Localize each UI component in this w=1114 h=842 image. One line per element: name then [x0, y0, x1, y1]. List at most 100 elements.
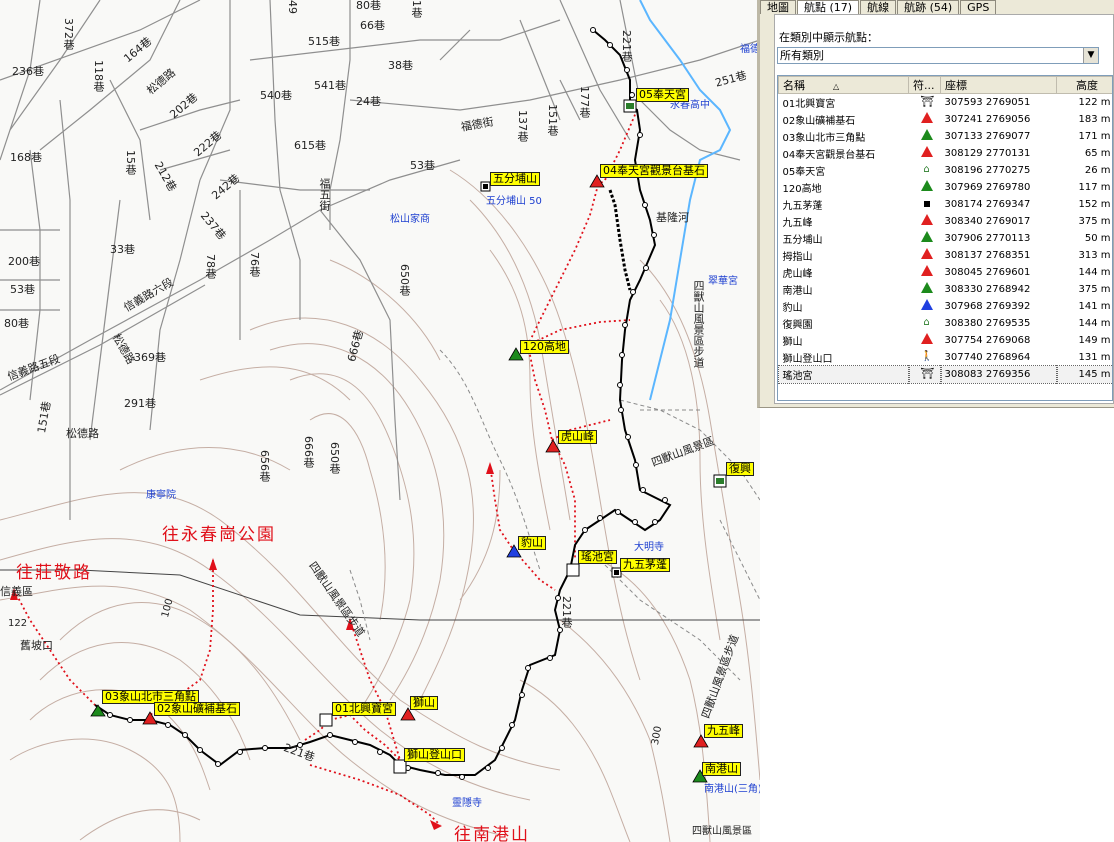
waypoint-label[interactable]: 02象山礦補基石 [154, 702, 240, 716]
waypoint-label[interactable]: 獅山登山口 [404, 748, 465, 762]
building-icon: ⌂ [923, 317, 930, 328]
column-header-alt[interactable]: 高度 [1056, 76, 1112, 94]
category-select[interactable]: 所有類別 ▼ [777, 47, 1099, 64]
poi-label: 南港山(三角) [704, 784, 760, 795]
waypoint-row[interactable]: 120高地 307969 2769780 117 m [779, 179, 1113, 196]
waypoint-row[interactable]: 南港山 308330 2768942 375 m [779, 281, 1113, 298]
waypoint-name: 04奉天宮觀景台基石 [782, 149, 876, 161]
waypoint-name: 獅山 [782, 336, 803, 348]
waypoint-altitude: 117 m [1078, 181, 1111, 193]
waypoint-coord: 307969 2769780 [944, 181, 1031, 193]
street-label: 38巷 [388, 59, 413, 72]
waypoint-label[interactable]: 豹山 [518, 536, 546, 550]
street-label: 53巷 [410, 159, 435, 172]
waypoint-label[interactable]: 九五茅蓬 [620, 558, 670, 572]
waypoint-row[interactable]: 五分埔山 307906 2770113 50 m [779, 230, 1113, 247]
waypoint-coord: 308045 2769601 [944, 266, 1031, 278]
tab-routes[interactable]: 航線 [860, 0, 897, 14]
waypoint-coord: 308174 2769347 [944, 198, 1031, 210]
waypoint-label[interactable]: 04奉天宮觀景台基石 [600, 164, 708, 178]
column-header-symbol[interactable]: 符... [908, 76, 941, 94]
waypoint-name: 五分埔山 [782, 234, 823, 246]
waypoint-row[interactable]: 九五峰 308340 2769017 375 m [779, 213, 1113, 230]
waypoint-altitude: 313 m [1078, 249, 1111, 261]
waypoint-coord: 308083 2769356 [939, 364, 1058, 384]
waypoint-coord: 307593 2769051 [944, 96, 1031, 108]
panel-tabs: 地圖 航點 (17) 航線 航跡 (54) GPS [760, 0, 1114, 14]
column-header-coord[interactable]: 座標 [940, 76, 1057, 94]
waypoint-row[interactable]: 05奉天宮 ⌂ 308196 2770275 26 m [779, 162, 1113, 179]
tab-gps[interactable]: GPS [960, 0, 997, 14]
waypoint-row[interactable]: 獅山 307754 2769068 149 m [779, 332, 1113, 349]
waypoint-name: 拇指山 [782, 251, 813, 263]
waypoint-altitude: 131 m [1078, 351, 1111, 363]
temple-icon: ⛩ [907, 364, 942, 384]
street-label: 松德路 [66, 427, 99, 440]
tab-waypoints[interactable]: 航點 (17) [797, 0, 860, 14]
waypoint-row[interactable]: 獅山登山口 🚶 307740 2768964 131 m [779, 349, 1113, 366]
street-label: 177巷 [578, 86, 591, 118]
poi-label: 康寧院 [146, 490, 176, 501]
waypoint-name: 瑤池宮 [778, 364, 910, 384]
waypoint-label[interactable]: 05奉天宮 [636, 88, 689, 102]
trail-label: 四獸山風景區 [692, 826, 752, 837]
category-select-value: 所有類別 [780, 49, 824, 62]
waypoint-label[interactable]: 虎山峰 [558, 430, 597, 444]
waypoint-row[interactable]: 九五茅蓬 308174 2769347 152 m [779, 196, 1113, 213]
track-points [107, 27, 668, 780]
waypoint-table: 名稱 △ 符... 座標 高度 01北興寶宮 ⛩ 307593 2769051 122… [777, 75, 1113, 401]
waypoint-label[interactable]: 獅山 [410, 696, 438, 710]
waypoint-label[interactable]: 九五峰 [704, 724, 743, 738]
street-label: 615巷 [294, 139, 326, 152]
street-label: 656巷 [258, 450, 271, 482]
waypoint-row[interactable]: 02象山礦補基石 307241 2769056 183 m [779, 111, 1113, 128]
district-label: 信義區 [0, 585, 33, 598]
street-label: 80巷 [4, 317, 29, 330]
peak-green-icon [909, 179, 941, 196]
chevron-down-icon[interactable]: ▼ [1083, 48, 1098, 63]
street-label: 53巷 [10, 283, 35, 296]
street-label: 372巷 [62, 18, 75, 50]
waypoint-coord: 308196 2770275 [944, 164, 1031, 176]
waypoint-label[interactable]: 南港山 [702, 762, 741, 776]
tab-tracks[interactable]: 航跡 (54) [897, 0, 960, 14]
street-label: 221巷 [620, 30, 633, 62]
street-label: 33巷 [110, 243, 135, 256]
waypoint-label[interactable]: 01北興寶宮 [332, 702, 396, 716]
waypoint-row[interactable]: 虎山峰 308045 2769601 144 m [779, 264, 1113, 281]
street-label: 49 [286, 0, 299, 14]
waypoint-altitude: 375 m [1078, 215, 1111, 227]
tab-map[interactable]: 地圖 [760, 0, 796, 14]
waypoint-label[interactable]: 120高地 [520, 340, 569, 354]
waypoint-row[interactable]: 拇指山 308137 2768351 313 m [779, 247, 1113, 264]
direction-label: 往莊敬路 [16, 563, 92, 583]
waypoint-row[interactable]: 豹山 307968 2769392 141 m [779, 298, 1113, 315]
waypoint-row[interactable]: 03象山北市三角點 307133 2769077 171 m [779, 128, 1113, 145]
waypoint-row[interactable]: 瑤池宮 ⛩ 308083 2769356 145 m [778, 364, 1112, 384]
waypoint-altitude: 152 m [1078, 198, 1111, 210]
waypoint-name: 九五茅蓬 [782, 200, 823, 212]
waypoint-label[interactable]: 復興 [726, 462, 754, 476]
map-view[interactable]: 372巷 164巷 118巷 236巷 松德路 202巷 212巷 222巷 2… [0, 0, 760, 842]
peak-red-icon [909, 247, 941, 264]
category-filter-label: 在類別中顯示航點： [779, 31, 878, 44]
waypoint-label[interactable]: 瑤池宮 [578, 550, 617, 564]
direction-label: 往永春崗公園 [162, 525, 276, 545]
street-label: 24巷 [356, 95, 381, 108]
poi-label: 翠華宮 [708, 276, 738, 287]
column-header-name[interactable]: 名稱 △ [778, 76, 909, 94]
road-network [0, 0, 760, 520]
waypoint-row[interactable]: 復興園 ⌂ 308380 2769535 144 m [779, 315, 1113, 332]
poi-label: 靈隱寺 [452, 798, 482, 809]
elevation-label: 122 [8, 618, 28, 629]
waypoint-coord: 307241 2769056 [944, 113, 1031, 125]
trail-label: 四獸山風景區步道 [692, 280, 705, 368]
waypoint-name: 02象山礦補基石 [782, 115, 856, 127]
street-label: 福五街 [318, 178, 331, 211]
street-label: 66巷 [360, 19, 385, 32]
waypoint-row[interactable]: 04奉天宮觀景台基石 308129 2770131 65 m [779, 145, 1113, 162]
street-label: 650巷 [398, 264, 411, 296]
waypoint-row[interactable]: 01北興寶宮 ⛩ 307593 2769051 122 m [779, 94, 1113, 111]
street-label: 291巷 [124, 397, 156, 410]
waypoint-label[interactable]: 五分埔山 [490, 172, 540, 186]
